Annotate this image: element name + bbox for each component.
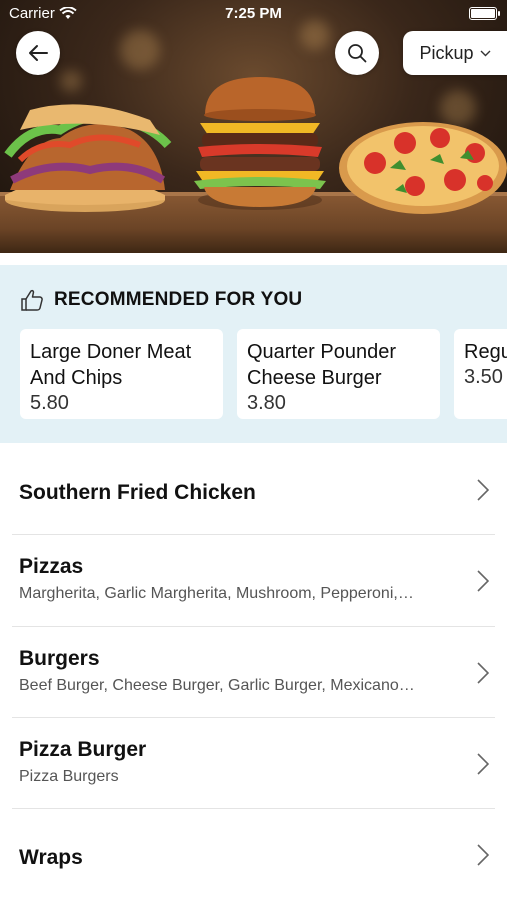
category-subtitle: Margherita, Garlic Margherita, Mushroom,… xyxy=(19,585,414,602)
category-title: Burgers xyxy=(19,647,100,670)
recommended-card[interactable]: Large Doner Meat And Chips 5.80 xyxy=(20,329,223,419)
chevron-right-icon xyxy=(477,662,489,684)
category-row[interactable]: Wraps xyxy=(0,809,507,900)
category-title: Pizza Burger xyxy=(19,738,147,761)
item-name: Regular Doner xyxy=(464,341,507,363)
item-name: Quarter Pounder Cheese Burger xyxy=(247,341,396,389)
item-price: 5.80 xyxy=(30,392,69,414)
pizza-image xyxy=(339,122,507,214)
category-title: Southern Fried Chicken xyxy=(19,481,256,504)
category-row[interactable]: Burgers Beef Burger, Cheese Burger, Garl… xyxy=(0,627,507,717)
chevron-right-icon xyxy=(477,479,489,501)
thumbs-up-icon xyxy=(21,289,43,311)
chevron-down-icon xyxy=(480,50,491,56)
chevron-right-icon xyxy=(477,753,489,775)
search-button[interactable] xyxy=(335,31,379,75)
item-price: 3.50 xyxy=(464,366,503,388)
pickup-label: Pickup xyxy=(419,42,474,63)
category-title: Wraps xyxy=(19,846,83,869)
status-bar: Carrier 7:25 PM xyxy=(0,0,507,28)
category-title: Pizzas xyxy=(19,555,84,578)
burger-image xyxy=(194,77,326,210)
chevron-right-icon xyxy=(477,570,489,592)
chevron-right-icon xyxy=(477,844,489,866)
doner-image xyxy=(4,104,172,212)
category-row[interactable]: Pizzas Margherita, Garlic Margherita, Mu… xyxy=(0,535,507,625)
category-subtitle: Beef Burger, Cheese Burger, Garlic Burge… xyxy=(19,677,415,694)
category-row[interactable]: Pizza Burger Pizza Burgers xyxy=(0,718,507,808)
recommended-section: RECOMMENDED FOR YOU Large Doner Meat And… xyxy=(0,265,507,443)
item-name: Large Doner Meat And Chips xyxy=(30,341,192,389)
back-button[interactable] xyxy=(16,31,60,75)
pickup-dropdown[interactable]: Pickup xyxy=(403,31,507,75)
recommended-card[interactable]: Regular Doner 3.50 xyxy=(454,329,507,419)
category-row[interactable]: Southern Fried Chicken xyxy=(0,444,507,534)
arrow-left-icon xyxy=(29,45,48,61)
recommended-title: RECOMMENDED FOR YOU xyxy=(54,289,303,310)
item-price: 3.80 xyxy=(247,392,286,414)
battery-icon xyxy=(469,7,500,20)
clock: 7:25 PM xyxy=(225,5,282,22)
category-subtitle: Pizza Burgers xyxy=(19,768,119,785)
search-icon xyxy=(348,44,367,63)
recommended-card[interactable]: Quarter Pounder Cheese Burger 3.80 xyxy=(237,329,440,419)
